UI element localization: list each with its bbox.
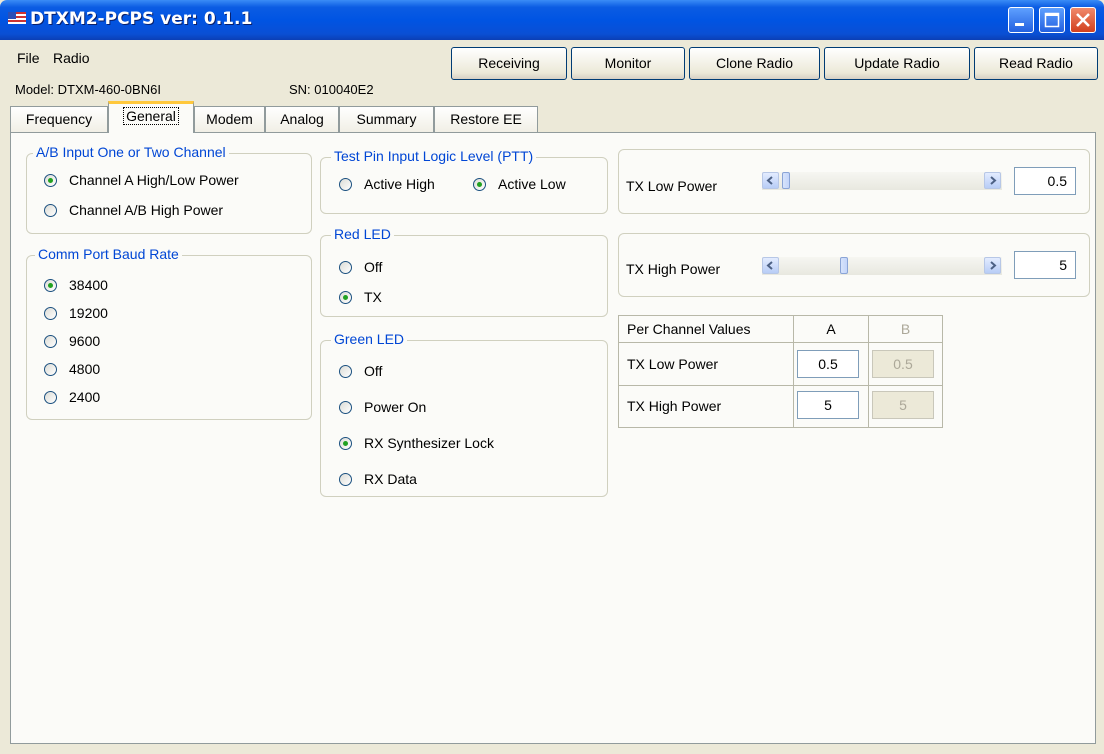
radio-red-off-label: Off	[364, 259, 383, 275]
ab-input-group	[26, 153, 312, 234]
tx-high-a-input[interactable]: 5	[797, 391, 859, 419]
radio-baud-38400-label: 38400	[69, 277, 108, 293]
radio-channel-a[interactable]	[44, 174, 57, 187]
tx-high-power-value[interactable]: 5	[1014, 251, 1076, 279]
receiving-button[interactable]: Receiving	[451, 47, 567, 80]
radio-red-off[interactable]	[339, 261, 352, 274]
radio-green-rx-data-label: RX Data	[364, 471, 417, 487]
baud-rate-title: Comm Port Baud Rate	[35, 246, 182, 262]
tx-high-left-arrow[interactable]	[762, 257, 779, 274]
radio-baud-2400[interactable]	[44, 391, 57, 404]
radio-channel-ab[interactable]	[44, 204, 57, 217]
radio-baud-2400-label: 2400	[69, 389, 101, 405]
close-button[interactable]	[1070, 7, 1096, 33]
radio-green-off[interactable]	[339, 365, 352, 378]
tx-low-right-arrow[interactable]	[984, 172, 1001, 189]
tx-high-power-slider[interactable]	[762, 257, 1002, 275]
window-title: DTXM2-PCPS ver: 0.1.1	[30, 9, 253, 29]
radio-green-off-label: Off	[364, 363, 383, 379]
radio-baud-4800[interactable]	[44, 363, 57, 376]
radio-green-rx-synth[interactable]	[339, 437, 352, 450]
column-a-header: A	[793, 315, 869, 343]
monitor-button[interactable]: Monitor	[571, 47, 685, 80]
minimize-button[interactable]	[1008, 7, 1034, 33]
tx-high-power-label: TX High Power	[626, 261, 721, 277]
radio-active-high-label: Active High	[364, 176, 435, 192]
radio-baud-4800-label: 4800	[69, 361, 101, 377]
radio-green-rx-synth-label: RX Synthesizer Lock	[364, 435, 494, 451]
tx-high-right-arrow[interactable]	[984, 257, 1001, 274]
red-led-title: Red LED	[331, 226, 394, 242]
row-tx-high-label: TX High Power	[618, 385, 794, 428]
radio-active-low-label: Active Low	[498, 176, 566, 192]
radio-red-tx-label: TX	[364, 289, 382, 305]
close-icon	[1076, 13, 1090, 27]
chevron-left-icon	[766, 261, 773, 270]
menu-radio[interactable]: Radio	[53, 50, 90, 66]
radio-baud-38400[interactable]	[44, 279, 57, 292]
green-led-title: Green LED	[331, 331, 408, 347]
radio-red-tx[interactable]	[339, 291, 352, 304]
radio-green-rx-data[interactable]	[339, 473, 352, 486]
tab-general-label: General	[123, 107, 179, 125]
chevron-right-icon	[990, 261, 997, 270]
clone-radio-button[interactable]: Clone Radio	[689, 47, 820, 80]
read-radio-button[interactable]: Read Radio	[974, 47, 1098, 80]
menu-file[interactable]: File	[17, 50, 40, 66]
radio-channel-a-label: Channel A High/Low Power	[69, 172, 239, 188]
tab-modem[interactable]: Modem	[194, 106, 265, 132]
tx-low-slider-thumb[interactable]	[782, 172, 790, 189]
ab-input-title: A/B Input One or Two Channel	[33, 144, 229, 160]
tx-low-left-arrow[interactable]	[762, 172, 779, 189]
tab-frequency[interactable]: Frequency	[10, 106, 108, 132]
tab-general[interactable]: General	[108, 101, 194, 133]
model-label: Model: DTXM-460-0BN6I	[15, 82, 161, 97]
maximize-icon	[1044, 12, 1060, 28]
serial-label: SN: 010040E2	[289, 82, 374, 97]
minimize-icon	[1015, 23, 1024, 26]
tx-low-a-input[interactable]: 0.5	[797, 350, 859, 378]
radio-active-high[interactable]	[339, 178, 352, 191]
tx-low-power-slider[interactable]	[762, 172, 1002, 190]
radio-green-power-on-label: Power On	[364, 399, 427, 415]
tab-restore-ee[interactable]: Restore EE	[434, 106, 538, 132]
chevron-left-icon	[766, 176, 773, 185]
flag-icon	[8, 12, 26, 24]
chevron-right-icon	[990, 176, 997, 185]
test-pin-title: Test Pin Input Logic Level (PTT)	[331, 148, 537, 164]
tx-high-slider-thumb[interactable]	[839, 257, 848, 274]
radio-baud-19200[interactable]	[44, 307, 57, 320]
tx-low-power-label: TX Low Power	[626, 178, 718, 194]
maximize-button[interactable]	[1039, 7, 1065, 33]
column-b-header: B	[868, 315, 943, 343]
tx-high-b-input: 5	[872, 391, 934, 419]
radio-baud-9600-label: 9600	[69, 333, 101, 349]
tx-low-power-value[interactable]: 0.5	[1014, 167, 1076, 195]
row-tx-low-label: TX Low Power	[618, 342, 794, 386]
radio-baud-19200-label: 19200	[69, 305, 108, 321]
tab-summary[interactable]: Summary	[339, 106, 434, 132]
tx-low-b-input: 0.5	[872, 350, 934, 378]
update-radio-button[interactable]: Update Radio	[824, 47, 970, 80]
radio-baud-9600[interactable]	[44, 335, 57, 348]
radio-channel-ab-label: Channel A/B High Power	[69, 202, 224, 218]
per-channel-header: Per Channel Values	[618, 315, 794, 343]
radio-green-power-on[interactable]	[339, 401, 352, 414]
radio-active-low[interactable]	[473, 178, 486, 191]
tab-analog[interactable]: Analog	[265, 106, 339, 132]
